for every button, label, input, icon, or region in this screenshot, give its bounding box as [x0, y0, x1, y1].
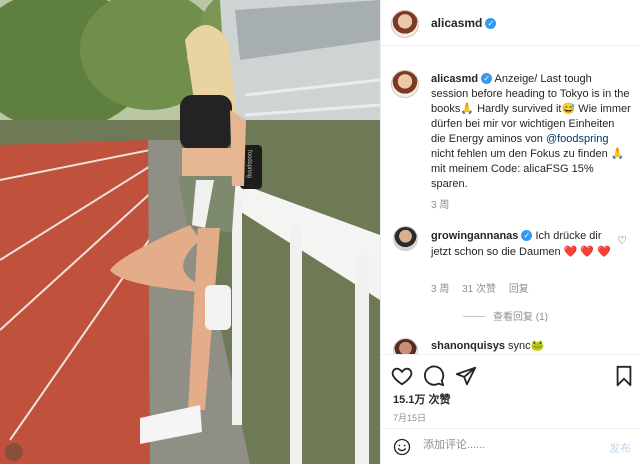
reply-button[interactable]: 回复 [509, 284, 529, 295]
caption-body-2: nicht fehlen um den Fokus zu finden 🙏 mi… [431, 148, 625, 190]
heart-icon[interactable] [391, 365, 413, 387]
comment-input[interactable] [423, 439, 583, 451]
likes-count[interactable]: 15.1万 次赞 [393, 391, 450, 407]
caption-text: alicasmd ✓ Anzeige/ Last tough session be… [431, 72, 631, 192]
post-photo-illustration [0, 0, 380, 464]
verified-badge-icon: ✓ [481, 73, 493, 84]
comment-icon[interactable] [423, 365, 445, 387]
post-details-panel: alicasmd ✓ alicasmd ✓ Anzeige/ Last tough … [380, 0, 640, 464]
commenter-username[interactable]: growingannanas [431, 230, 518, 242]
commenter-avatar[interactable] [393, 226, 418, 251]
bottle-label: foodspring [246, 150, 252, 179]
verified-badge-icon: ✓ [521, 230, 533, 241]
caption-avatar[interactable] [391, 70, 419, 98]
caption-username[interactable]: alicasmd [431, 73, 478, 85]
post-header: alicasmd ✓ [381, 0, 640, 46]
verified-badge-icon: ✓ [485, 18, 497, 29]
bookmark-icon[interactable] [613, 365, 635, 387]
commenter-username[interactable]: shanonquisys [431, 340, 505, 352]
post-photo[interactable]: foodspring [0, 0, 380, 464]
post-comment-button[interactable]: 发布 [609, 440, 631, 456]
post-date: 7月15日 [393, 413, 427, 423]
comment-text: growingannanas ✓ Ich drücke dir jetzt sch… [431, 228, 611, 260]
author-username[interactable]: alicasmd [431, 16, 482, 30]
comment-body: sync🐸 [508, 340, 545, 352]
caption-timestamp: 3 周 [431, 200, 450, 211]
share-icon[interactable] [455, 365, 477, 387]
add-comment-bar: 发布 [381, 428, 640, 464]
like-comment-heart-icon[interactable]: ♡ [617, 234, 627, 247]
view-replies-button[interactable]: 查看回复 (1) [463, 308, 548, 323]
commenter-avatar[interactable] [393, 338, 418, 354]
comment-likes[interactable]: 31 次赞 [462, 284, 496, 295]
emoji-icon[interactable] [393, 438, 411, 456]
author-avatar[interactable] [391, 10, 419, 38]
comment-timestamp: 3 周 [431, 284, 450, 295]
comment-item: shanonquisys sync🐸 [381, 336, 640, 354]
mention-link[interactable]: @foodspring [546, 133, 609, 145]
